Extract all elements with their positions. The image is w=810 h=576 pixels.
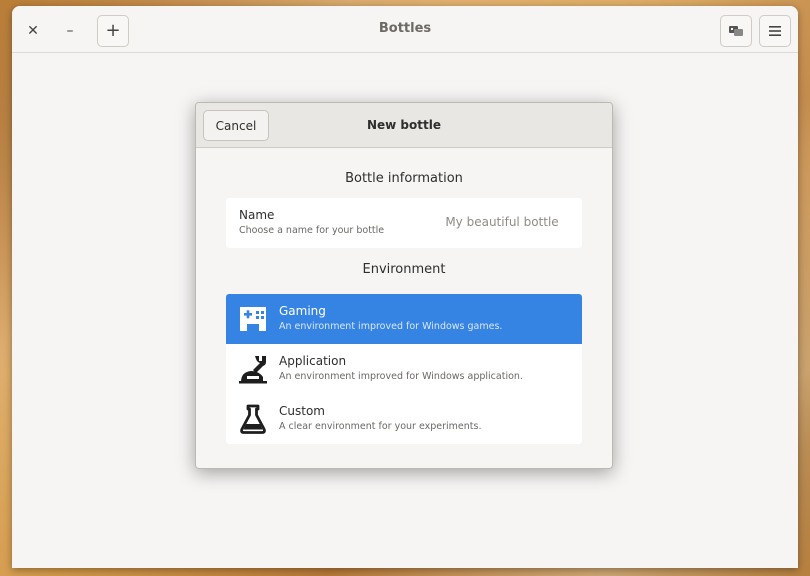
environment-label: Custom	[279, 404, 325, 418]
environment-label: Application	[279, 354, 347, 368]
hamburger-menu-icon	[769, 26, 781, 36]
main-menu-button[interactable]	[759, 15, 791, 47]
name-description: Choose a name for your bottle	[239, 225, 385, 236]
name-row: Name Choose a name for your bottle	[226, 198, 582, 248]
name-label: Name	[239, 208, 275, 222]
window-headerbar: ✕ – + Bottles	[12, 6, 798, 53]
bottle-information-heading: Bottle information	[345, 171, 463, 186]
environment-item-application[interactable]: Application An environment improved for …	[226, 344, 582, 394]
environment-item-gaming[interactable]: Gaming An environment improved for Windo…	[226, 294, 582, 344]
environment-label: Gaming	[279, 304, 326, 318]
environment-description: An environment improved for Windows appl…	[279, 371, 523, 382]
importer-button[interactable]	[720, 15, 752, 47]
environment-list: Gaming An environment improved for Windo…	[226, 294, 582, 444]
gamepad-icon	[240, 307, 266, 331]
flask-icon	[240, 404, 266, 434]
environment-description: A clear environment for your experiments…	[279, 421, 482, 432]
dialog-headerbar: Cancel New bottle	[196, 103, 612, 148]
environment-description: An environment improved for Windows game…	[279, 321, 503, 332]
bottle-name-input[interactable]	[432, 211, 572, 233]
dialog-title: New bottle	[366, 118, 441, 132]
window-title: Bottles	[378, 21, 432, 36]
import-icon	[729, 26, 743, 36]
wrench-icon	[239, 356, 267, 384]
bottles-window: ✕ – + Bottles Cancel New bottle Bottle i…	[12, 6, 798, 568]
new-bottle-dialog: Cancel New bottle Bottle information Nam…	[195, 102, 613, 469]
environment-item-custom[interactable]: Custom A clear environment for your expe…	[226, 394, 582, 444]
environment-heading: Environment	[362, 262, 446, 277]
